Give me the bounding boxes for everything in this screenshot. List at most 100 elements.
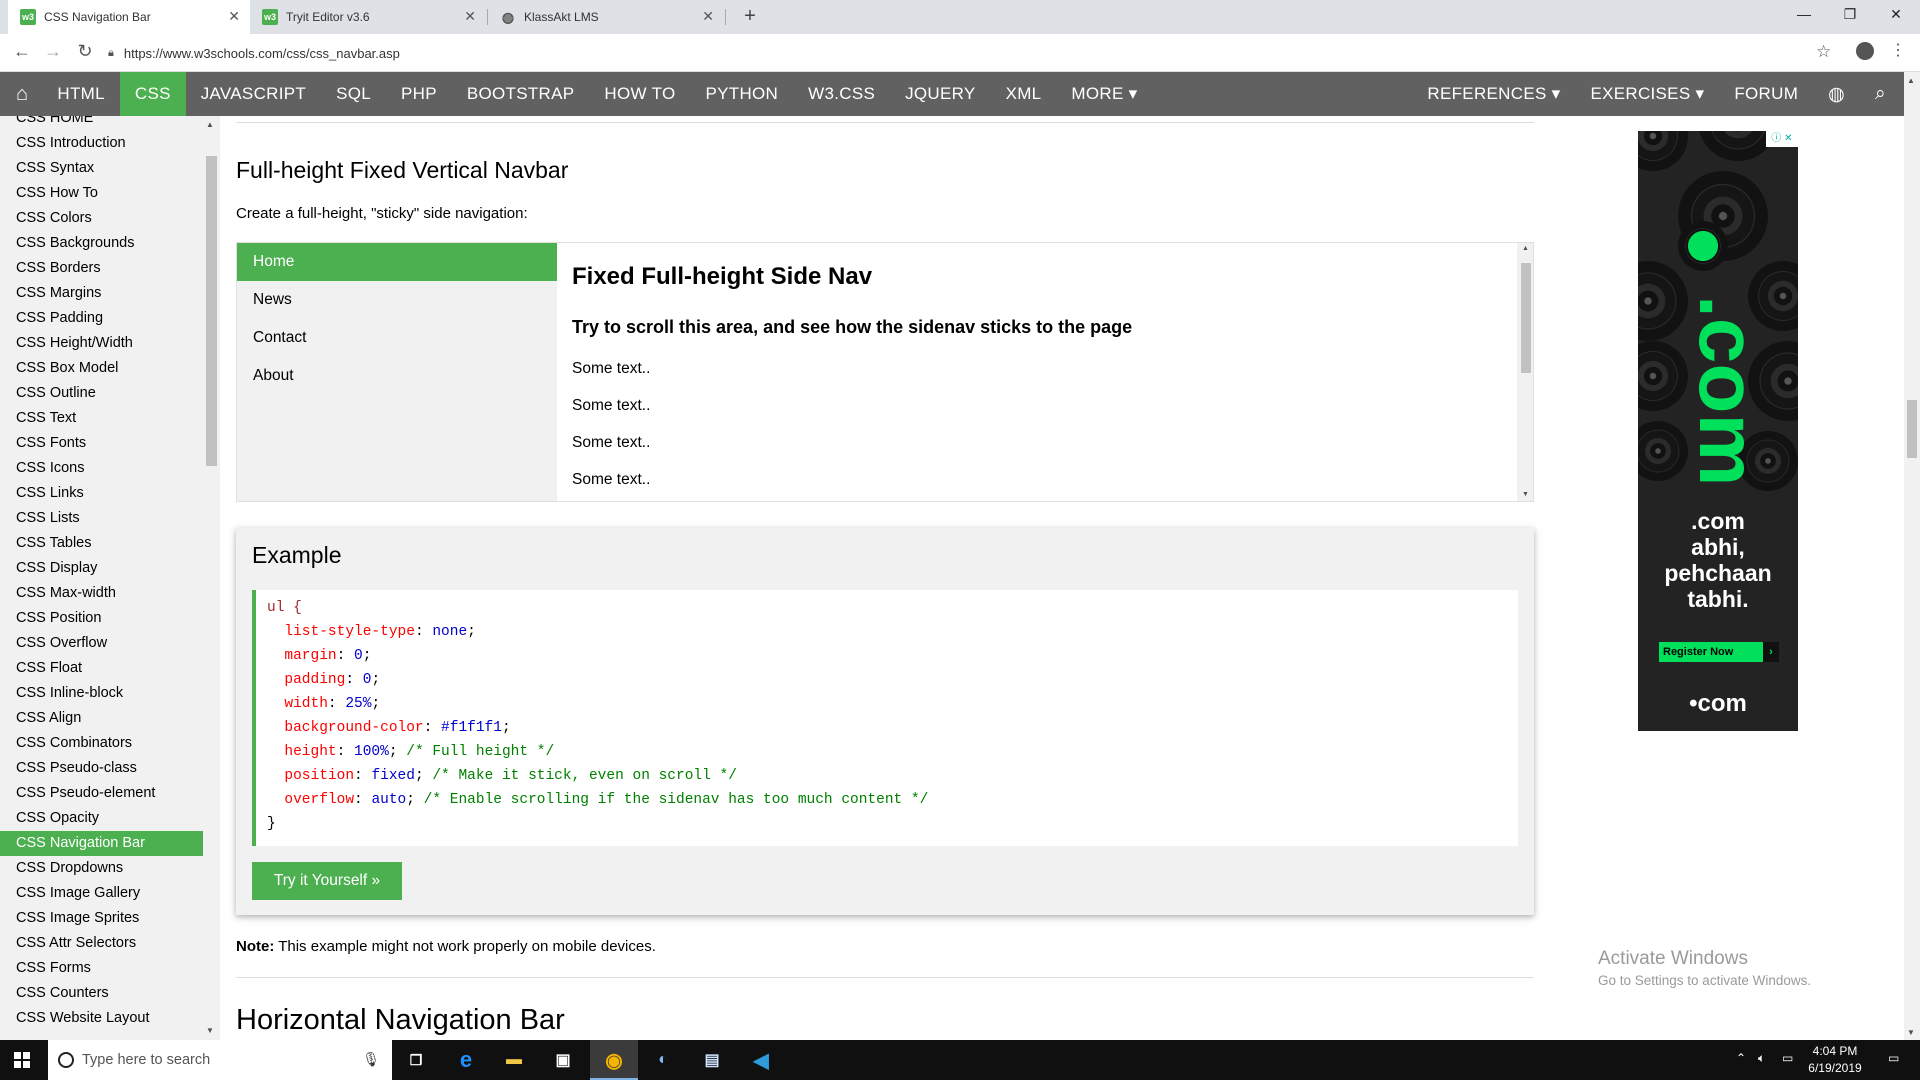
new-tab-button[interactable]: + (738, 4, 762, 28)
sidebar-item[interactable]: CSS Image Gallery (0, 881, 203, 906)
windows-start-icon[interactable] (14, 1052, 30, 1068)
sidebar-item[interactable]: CSS Margins (0, 281, 203, 306)
sidebar-item[interactable]: CSS Lists (0, 506, 203, 531)
reload-icon[interactable]: ↻ (74, 41, 96, 62)
sidebar-scroll-thumb[interactable] (206, 156, 217, 466)
browser-menu-icon[interactable]: ⋮ (1890, 40, 1906, 60)
forward-arrow-icon[interactable]: → (42, 41, 64, 62)
nav-sql[interactable]: SQL (321, 72, 386, 116)
sidebar-item[interactable]: CSS Icons (0, 456, 203, 481)
taskbar-clock[interactable]: 4:04 PM 6/19/2019 (1800, 1043, 1870, 1077)
sidebar-item[interactable]: CSS Align (0, 706, 203, 731)
volume-icon[interactable]: 🔈︎ (1758, 1051, 1765, 1066)
sidebar-item[interactable]: CSS Padding (0, 306, 203, 331)
page-scrollbar[interactable] (1904, 72, 1920, 1040)
sidebar-item[interactable]: CSS Forms (0, 956, 203, 981)
sidebar-item[interactable]: CSS Tables (0, 531, 203, 556)
notepad-document-icon[interactable]: ▤ (698, 1046, 726, 1074)
sidebar-item[interactable]: CSS Outline (0, 381, 203, 406)
bookmark-star-icon[interactable]: ☆ (1816, 42, 1831, 62)
nav-exercises-dropdown[interactable]: EXERCISES ▾ (1575, 72, 1719, 116)
sidebar-item[interactable]: CSS Introduction (0, 131, 203, 156)
sidebar-item[interactable]: CSS Website Layout (0, 1006, 203, 1031)
sidebar-item[interactable]: CSS Backgrounds (0, 231, 203, 256)
sidebar-item[interactable]: CSS Image Sprites (0, 906, 203, 931)
demo-nav-contact[interactable]: Contact (237, 319, 557, 357)
sidebar-item[interactable]: CSS Pseudo-element (0, 781, 203, 806)
sidebar-item[interactable]: CSS Combinators (0, 731, 203, 756)
maximize-window-icon[interactable]: ❐ (1840, 6, 1860, 23)
nav-python[interactable]: PYTHON (690, 72, 793, 116)
search-icon[interactable]: ⌕ (1860, 72, 1904, 116)
chrome-icon[interactable]: ◉ (600, 1046, 628, 1074)
close-tab-icon[interactable]: ✕ (702, 8, 714, 25)
sidebar-item[interactable]: CSS Colors (0, 206, 203, 231)
sidebar-item[interactable]: CSS HOME (0, 116, 203, 131)
sidebar-item[interactable]: CSS Counters (0, 981, 203, 1006)
scroll-down-arrow-icon[interactable]: ▼ (1522, 491, 1529, 498)
demo-scroll-thumb[interactable] (1521, 263, 1531, 373)
nav-forum[interactable]: FORUM (1719, 72, 1813, 116)
sidebar-item[interactable]: CSS Inline-block (0, 681, 203, 706)
sidebar-item[interactable]: CSS Text (0, 406, 203, 431)
sidebar-item[interactable]: CSS Borders (0, 256, 203, 281)
nav-references-dropdown[interactable]: REFERENCES ▾ (1412, 72, 1575, 116)
file-explorer-icon[interactable]: ▬ (500, 1046, 528, 1074)
back-arrow-icon[interactable]: ← (11, 41, 33, 62)
sidebar-item[interactable]: CSS How To (0, 181, 203, 206)
ad-register-now-button[interactable]: Register Now › (1659, 642, 1779, 662)
nav-css[interactable]: CSS (119, 72, 186, 116)
sidebar-item[interactable]: CSS Display (0, 556, 203, 581)
nav-bootstrap[interactable]: BOOTSTRAP (452, 72, 590, 116)
taskbar-search-box[interactable]: Type here to search 🎙︎ (48, 1040, 392, 1080)
nav-xml[interactable]: XML (991, 72, 1057, 116)
scroll-up-arrow-icon[interactable]: ▲ (206, 120, 214, 129)
microphone-icon[interactable]: 🎙︎ (362, 1051, 380, 1068)
sidebar-item[interactable]: CSS Max-width (0, 581, 203, 606)
nav-php[interactable]: PHP (386, 72, 452, 116)
nav-w3css[interactable]: W3.CSS (793, 72, 890, 116)
close-window-icon[interactable]: ✕ (1886, 6, 1906, 23)
tray-chevron-icon[interactable]: ⌃ (1736, 1051, 1746, 1065)
url-field[interactable]: 🔒︎ https://www.w3schools.com/css/css_nav… (108, 39, 1828, 67)
task-view-icon[interactable]: ❒ (402, 1046, 430, 1074)
sidebar-item[interactable]: CSS Fonts (0, 431, 203, 456)
sidebar-item[interactable]: CSS Pseudo-class (0, 756, 203, 781)
sidebar-item[interactable]: CSS Overflow (0, 631, 203, 656)
tab-css-navigation-bar[interactable]: w3 CSS Navigation Bar ✕ (8, 0, 250, 34)
close-tab-icon[interactable]: ✕ (228, 8, 240, 25)
sidebar-item[interactable]: CSS Navigation Bar (0, 831, 203, 856)
sidebar-item[interactable]: CSS Height/Width (0, 331, 203, 356)
sidebar-item[interactable]: CSS Links (0, 481, 203, 506)
sidebar-item[interactable]: CSS Float (0, 656, 203, 681)
profile-avatar-icon[interactable] (1856, 42, 1874, 60)
advertisement-banner[interactable]: .com .com abhi, pehchaan tabhi. Register… (1638, 131, 1798, 731)
scroll-down-arrow-icon[interactable]: ▼ (206, 1026, 214, 1035)
vscode-icon[interactable]: ◀ (747, 1046, 775, 1074)
sidebar-item[interactable]: CSS Dropdowns (0, 856, 203, 881)
sidebar-item[interactable]: CSS Position (0, 606, 203, 631)
nav-how-to[interactable]: HOW TO (589, 72, 690, 116)
sidebar-item[interactable]: CSS Attr Selectors (0, 931, 203, 956)
microsoft-store-icon[interactable]: ▣ (549, 1046, 577, 1074)
sidebar-item[interactable]: CSS Syntax (0, 156, 203, 181)
try-it-yourself-button[interactable]: Try it Yourself » (252, 862, 402, 900)
nav-html[interactable]: HTML (42, 72, 119, 116)
scroll-up-arrow-icon[interactable]: ▲ (1907, 76, 1915, 85)
nav-jquery[interactable]: JQUERY (890, 72, 990, 116)
tab-tryit-editor[interactable]: w3 Tryit Editor v3.6 ✕ (250, 0, 486, 34)
globe-icon[interactable]: ◍ (1813, 72, 1860, 116)
eclipse-icon[interactable]: ◐ (649, 1046, 677, 1074)
demo-nav-home[interactable]: Home (237, 243, 557, 281)
sidebar-item[interactable]: CSS Box Model (0, 356, 203, 381)
ad-close-icon[interactable]: ⓘ ✕ (1766, 131, 1798, 147)
scroll-down-arrow-icon[interactable]: ▼ (1907, 1028, 1915, 1037)
network-icon[interactable]: ▭ (1782, 1051, 1793, 1065)
nav-more-dropdown[interactable]: MORE ▾ (1056, 72, 1152, 116)
sidebar-item[interactable]: CSS Opacity (0, 806, 203, 831)
minimize-window-icon[interactable]: — (1794, 6, 1814, 22)
action-center-icon[interactable]: ▭ (1888, 1051, 1899, 1065)
demo-nav-news[interactable]: News (237, 281, 557, 319)
scroll-up-arrow-icon[interactable]: ▲ (1522, 245, 1529, 252)
nav-javascript[interactable]: JAVASCRIPT (186, 72, 321, 116)
